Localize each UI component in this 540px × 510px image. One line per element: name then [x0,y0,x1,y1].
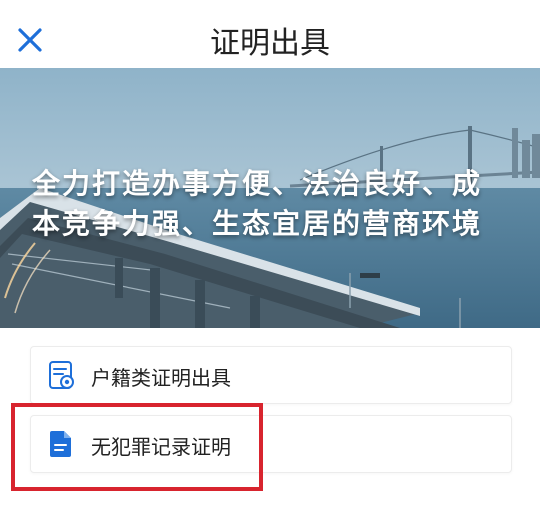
document-stamp-icon [49,361,74,389]
banner: 全力打造办事方便、法治良好、成 本竞争力强、生态宜居的营商环境 [0,68,540,328]
banner-slogan-line2: 本竞争力强、生态宜居的营商环境 [32,207,483,240]
page-title: 证明出具 [210,26,330,61]
banner-slogan-line1: 全力打造办事方便、法治良好、成 [32,167,483,200]
household-certificate-item[interactable]: 户籍类证明出具 [30,346,512,404]
highlight-box [11,403,263,491]
household-certificate-label: 户籍类证明出具 [91,366,231,390]
header: 证明出具 [0,0,540,68]
